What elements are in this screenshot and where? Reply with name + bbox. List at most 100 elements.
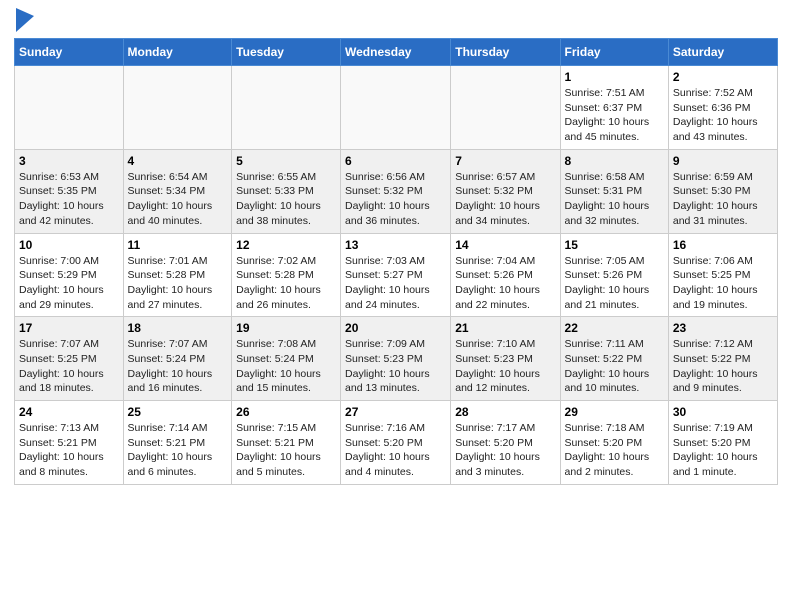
calendar-cell: 3 Sunrise: 6:53 AM Sunset: 5:35 PM Daylig… xyxy=(15,149,124,233)
day-number: 21 xyxy=(455,321,555,335)
calendar-cell: 27 Sunrise: 7:16 AM Sunset: 5:20 PM Dayli… xyxy=(341,401,451,485)
day-info: Sunrise: 7:02 AM Sunset: 5:28 PM Dayligh… xyxy=(236,254,336,313)
day-number: 27 xyxy=(345,405,446,419)
day-info: Sunrise: 7:18 AM Sunset: 5:20 PM Dayligh… xyxy=(565,421,664,480)
calendar-cell: 7 Sunrise: 6:57 AM Sunset: 5:32 PM Daylig… xyxy=(451,149,560,233)
day-number: 15 xyxy=(565,238,664,252)
day-info: Sunrise: 7:52 AM Sunset: 6:36 PM Dayligh… xyxy=(673,86,773,145)
logo-text xyxy=(14,14,34,32)
calendar-header-sunday: Sunday xyxy=(15,39,124,66)
day-info: Sunrise: 7:08 AM Sunset: 5:24 PM Dayligh… xyxy=(236,337,336,396)
day-info: Sunrise: 7:12 AM Sunset: 5:22 PM Dayligh… xyxy=(673,337,773,396)
calendar-cell xyxy=(451,66,560,150)
day-number: 5 xyxy=(236,154,336,168)
day-number: 26 xyxy=(236,405,336,419)
page-container: SundayMondayTuesdayWednesdayThursdayFrid… xyxy=(0,0,792,495)
calendar-table: SundayMondayTuesdayWednesdayThursdayFrid… xyxy=(14,38,778,485)
day-number: 8 xyxy=(565,154,664,168)
day-info: Sunrise: 7:10 AM Sunset: 5:23 PM Dayligh… xyxy=(455,337,555,396)
calendar-cell: 4 Sunrise: 6:54 AM Sunset: 5:34 PM Daylig… xyxy=(123,149,232,233)
day-number: 7 xyxy=(455,154,555,168)
logo-blue xyxy=(14,14,34,32)
day-number: 30 xyxy=(673,405,773,419)
calendar-cell: 10Sunrise: 7:00 AM Sunset: 5:29 PM Dayli… xyxy=(15,233,124,317)
calendar-cell xyxy=(15,66,124,150)
day-info: Sunrise: 7:15 AM Sunset: 5:21 PM Dayligh… xyxy=(236,421,336,480)
calendar-cell: 21 Sunrise: 7:10 AM Sunset: 5:23 PM Dayli… xyxy=(451,317,560,401)
day-number: 14 xyxy=(455,238,555,252)
day-info: Sunrise: 7:09 AM Sunset: 5:23 PM Dayligh… xyxy=(345,337,446,396)
calendar-cell: 25 Sunrise: 7:14 AM Sunset: 5:21 PM Dayli… xyxy=(123,401,232,485)
day-number: 3 xyxy=(19,154,119,168)
day-number: 10 xyxy=(19,238,119,252)
calendar-header-row: SundayMondayTuesdayWednesdayThursdayFrid… xyxy=(15,39,778,66)
calendar-cell: 5 Sunrise: 6:55 AM Sunset: 5:33 PM Daylig… xyxy=(232,149,341,233)
day-info: Sunrise: 7:11 AM Sunset: 5:22 PM Dayligh… xyxy=(565,337,664,396)
day-info: Sunrise: 7:04 AM Sunset: 5:26 PM Dayligh… xyxy=(455,254,555,313)
day-number: 16 xyxy=(673,238,773,252)
day-info: Sunrise: 7:03 AM Sunset: 5:27 PM Dayligh… xyxy=(345,254,446,313)
calendar-week-3: 10Sunrise: 7:00 AM Sunset: 5:29 PM Dayli… xyxy=(15,233,778,317)
calendar-header-friday: Friday xyxy=(560,39,668,66)
calendar-header-tuesday: Tuesday xyxy=(232,39,341,66)
day-number: 29 xyxy=(565,405,664,419)
day-info: Sunrise: 7:13 AM Sunset: 5:21 PM Dayligh… xyxy=(19,421,119,480)
day-number: 20 xyxy=(345,321,446,335)
day-info: Sunrise: 7:06 AM Sunset: 5:25 PM Dayligh… xyxy=(673,254,773,313)
day-info: Sunrise: 7:01 AM Sunset: 5:28 PM Dayligh… xyxy=(128,254,228,313)
calendar-cell xyxy=(123,66,232,150)
day-info: Sunrise: 7:16 AM Sunset: 5:20 PM Dayligh… xyxy=(345,421,446,480)
day-number: 11 xyxy=(128,238,228,252)
day-info: Sunrise: 6:53 AM Sunset: 5:35 PM Dayligh… xyxy=(19,170,119,229)
day-number: 2 xyxy=(673,70,773,84)
calendar-cell: 1Sunrise: 7:51 AM Sunset: 6:37 PM Daylig… xyxy=(560,66,668,150)
day-info: Sunrise: 7:07 AM Sunset: 5:24 PM Dayligh… xyxy=(128,337,228,396)
calendar-week-2: 3 Sunrise: 6:53 AM Sunset: 5:35 PM Daylig… xyxy=(15,149,778,233)
calendar-cell xyxy=(341,66,451,150)
calendar-cell: 16 Sunrise: 7:06 AM Sunset: 5:25 PM Dayli… xyxy=(668,233,777,317)
calendar-cell: 20 Sunrise: 7:09 AM Sunset: 5:23 PM Dayli… xyxy=(341,317,451,401)
day-info: Sunrise: 6:54 AM Sunset: 5:34 PM Dayligh… xyxy=(128,170,228,229)
calendar-cell: 8 Sunrise: 6:58 AM Sunset: 5:31 PM Daylig… xyxy=(560,149,668,233)
calendar-week-4: 17Sunrise: 7:07 AM Sunset: 5:25 PM Dayli… xyxy=(15,317,778,401)
calendar-header-monday: Monday xyxy=(123,39,232,66)
calendar-header-saturday: Saturday xyxy=(668,39,777,66)
day-number: 19 xyxy=(236,321,336,335)
calendar-cell: 9 Sunrise: 6:59 AM Sunset: 5:30 PM Daylig… xyxy=(668,149,777,233)
day-number: 23 xyxy=(673,321,773,335)
calendar-cell: 23 Sunrise: 7:12 AM Sunset: 5:22 PM Dayli… xyxy=(668,317,777,401)
day-info: Sunrise: 7:05 AM Sunset: 5:26 PM Dayligh… xyxy=(565,254,664,313)
calendar-cell: 29 Sunrise: 7:18 AM Sunset: 5:20 PM Dayli… xyxy=(560,401,668,485)
day-number: 22 xyxy=(565,321,664,335)
logo xyxy=(14,14,34,32)
calendar-cell: 11 Sunrise: 7:01 AM Sunset: 5:28 PM Dayli… xyxy=(123,233,232,317)
day-info: Sunrise: 6:56 AM Sunset: 5:32 PM Dayligh… xyxy=(345,170,446,229)
day-number: 25 xyxy=(128,405,228,419)
day-number: 28 xyxy=(455,405,555,419)
calendar-cell: 15 Sunrise: 7:05 AM Sunset: 5:26 PM Dayli… xyxy=(560,233,668,317)
day-number: 4 xyxy=(128,154,228,168)
day-info: Sunrise: 7:19 AM Sunset: 5:20 PM Dayligh… xyxy=(673,421,773,480)
day-info: Sunrise: 6:57 AM Sunset: 5:32 PM Dayligh… xyxy=(455,170,555,229)
day-info: Sunrise: 6:55 AM Sunset: 5:33 PM Dayligh… xyxy=(236,170,336,229)
calendar-cell: 6 Sunrise: 6:56 AM Sunset: 5:32 PM Daylig… xyxy=(341,149,451,233)
day-info: Sunrise: 7:14 AM Sunset: 5:21 PM Dayligh… xyxy=(128,421,228,480)
day-info: Sunrise: 6:58 AM Sunset: 5:31 PM Dayligh… xyxy=(565,170,664,229)
calendar-cell: 14 Sunrise: 7:04 AM Sunset: 5:26 PM Dayli… xyxy=(451,233,560,317)
day-number: 9 xyxy=(673,154,773,168)
day-number: 18 xyxy=(128,321,228,335)
day-number: 12 xyxy=(236,238,336,252)
calendar-header-thursday: Thursday xyxy=(451,39,560,66)
calendar-cell: 26 Sunrise: 7:15 AM Sunset: 5:21 PM Dayli… xyxy=(232,401,341,485)
calendar-cell: 17Sunrise: 7:07 AM Sunset: 5:25 PM Dayli… xyxy=(15,317,124,401)
logo-icon xyxy=(16,8,34,32)
day-number: 13 xyxy=(345,238,446,252)
calendar-header-wednesday: Wednesday xyxy=(341,39,451,66)
calendar-week-1: 1Sunrise: 7:51 AM Sunset: 6:37 PM Daylig… xyxy=(15,66,778,150)
day-number: 1 xyxy=(565,70,664,84)
calendar-cell: 18 Sunrise: 7:07 AM Sunset: 5:24 PM Dayli… xyxy=(123,317,232,401)
day-number: 6 xyxy=(345,154,446,168)
day-info: Sunrise: 6:59 AM Sunset: 5:30 PM Dayligh… xyxy=(673,170,773,229)
day-info: Sunrise: 7:07 AM Sunset: 5:25 PM Dayligh… xyxy=(19,337,119,396)
calendar-cell: 19 Sunrise: 7:08 AM Sunset: 5:24 PM Dayli… xyxy=(232,317,341,401)
